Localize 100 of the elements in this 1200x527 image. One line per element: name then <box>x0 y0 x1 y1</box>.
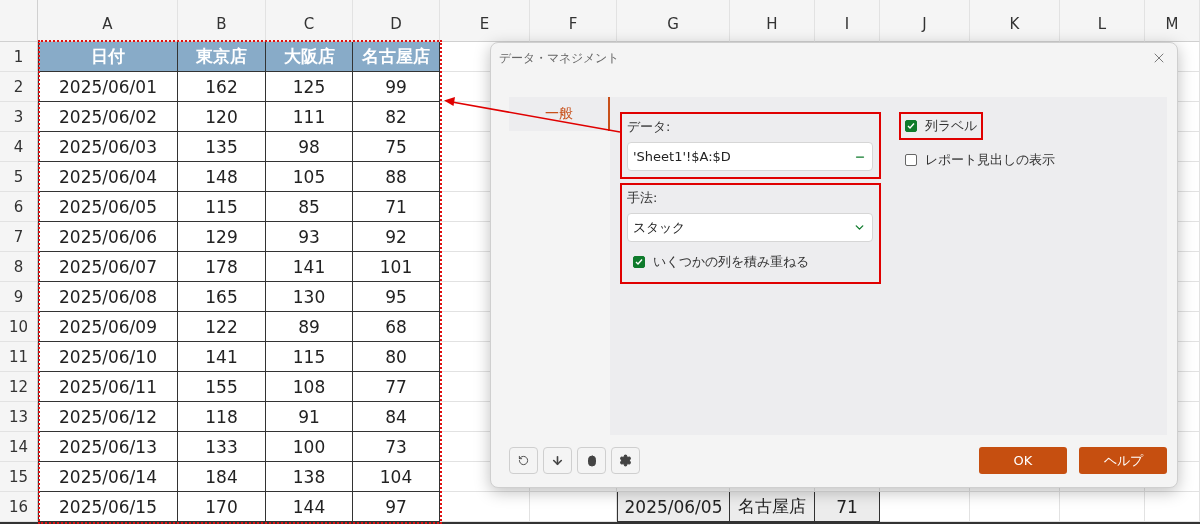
tab[interactable]: 一般 <box>509 97 610 131</box>
table-cell: 98 <box>266 132 353 162</box>
table-cell: 108 <box>266 372 353 402</box>
table-cell: 2025/06/04 <box>38 162 178 192</box>
download-button[interactable] <box>543 447 572 474</box>
table-cell: 99 <box>353 72 440 102</box>
table-cell: 111 <box>266 102 353 132</box>
dialog-button[interactable]: ヘルプ <box>1079 447 1167 474</box>
table-cell: 85 <box>266 192 353 222</box>
checkbox[interactable] <box>633 256 645 268</box>
table-cell: 71 <box>353 192 440 222</box>
column-header: K <box>970 0 1060 42</box>
table-cell: 115 <box>266 342 353 372</box>
row-header: 14 <box>0 432 38 462</box>
mouse-button[interactable] <box>577 447 606 474</box>
checkbox-label: 列ラベル <box>925 117 977 135</box>
table-cell: 2025/06/15 <box>38 492 178 522</box>
row-header: 1 <box>0 42 38 72</box>
checkbox[interactable] <box>905 120 917 132</box>
range-field[interactable]: 'Sheet1'!$A:$D <box>627 142 873 171</box>
table-cell: 2025/06/05 <box>38 192 178 222</box>
table-cell: 2025/06/11 <box>38 372 178 402</box>
table-cell: 95 <box>353 282 440 312</box>
settings-button[interactable] <box>611 447 640 474</box>
checkbox-label: いくつかの列を積み重ねる <box>653 253 809 271</box>
table-cell: 2025/06/01 <box>38 72 178 102</box>
column-header: B <box>178 0 266 42</box>
checkbox-label: レポート見出しの表示 <box>925 151 1055 169</box>
table-cell: 115 <box>178 192 266 222</box>
table-cell: 名古屋店 <box>730 492 815 522</box>
row-header: 5 <box>0 162 38 192</box>
table-cell: 141 <box>178 342 266 372</box>
table-cell: 2025/06/06 <box>38 222 178 252</box>
table-cell: 93 <box>266 222 353 252</box>
field-label: データ: <box>627 118 672 136</box>
row-header: 16 <box>0 492 38 522</box>
table-header-cell: 日付 <box>38 42 178 72</box>
table-cell: 97 <box>353 492 440 522</box>
table-cell: 77 <box>353 372 440 402</box>
reset-button[interactable] <box>509 447 538 474</box>
table-cell: 118 <box>178 402 266 432</box>
table-cell: 162 <box>178 72 266 102</box>
settings-icon <box>619 454 632 467</box>
table-cell: 2025/06/12 <box>38 402 178 432</box>
dialog-title: データ・マネジメント <box>499 49 619 67</box>
table-header-cell: 東京店 <box>178 42 266 72</box>
table-cell: 89 <box>266 312 353 342</box>
row-header: 15 <box>0 462 38 492</box>
table-cell: 184 <box>178 462 266 492</box>
column-header: G <box>617 0 730 42</box>
row-header: 8 <box>0 252 38 282</box>
table-cell: 80 <box>353 342 440 372</box>
table-cell: 144 <box>266 492 353 522</box>
column-header: H <box>730 0 815 42</box>
mouse-icon <box>585 454 598 467</box>
table-cell: 135 <box>178 132 266 162</box>
column-header: M <box>1145 0 1200 42</box>
table-cell: 71 <box>815 492 880 522</box>
table-cell: 73 <box>353 432 440 462</box>
table-cell: 133 <box>178 432 266 462</box>
table-cell: 104 <box>353 462 440 492</box>
table-cell: 101 <box>353 252 440 282</box>
table-cell: 2025/06/13 <box>38 432 178 462</box>
table-cell: 138 <box>266 462 353 492</box>
row-header: 6 <box>0 192 38 222</box>
table-cell: 155 <box>178 372 266 402</box>
checkbox[interactable] <box>905 154 917 166</box>
table-cell: 88 <box>353 162 440 192</box>
row-header: 13 <box>0 402 38 432</box>
table-cell: 68 <box>353 312 440 342</box>
table-cell: 2025/06/10 <box>38 342 178 372</box>
row-header: 10 <box>0 312 38 342</box>
table-cell: 2025/06/07 <box>38 252 178 282</box>
column-header: F <box>530 0 617 42</box>
dialog-button[interactable]: OK <box>979 447 1067 474</box>
table-header-cell: 大阪店 <box>266 42 353 72</box>
table-cell: 2025/06/03 <box>38 132 178 162</box>
table-cell: 125 <box>266 72 353 102</box>
table-cell: 100 <box>266 432 353 462</box>
table-cell: 165 <box>178 282 266 312</box>
table-cell: 129 <box>178 222 266 252</box>
method-dropdown[interactable]: スタック <box>627 213 873 242</box>
row-header: 4 <box>0 132 38 162</box>
column-header: C <box>266 0 353 42</box>
table-cell: 2025/06/05 <box>617 492 730 522</box>
table-cell: 2025/06/14 <box>38 462 178 492</box>
arrow-down-icon <box>551 454 564 467</box>
row-header: 3 <box>0 102 38 132</box>
column-header: I <box>815 0 880 42</box>
table-cell: 105 <box>266 162 353 192</box>
row-header: 11 <box>0 342 38 372</box>
table-cell: 91 <box>266 402 353 432</box>
table-cell: 2025/06/02 <box>38 102 178 132</box>
row-header: 2 <box>0 72 38 102</box>
table-cell: 120 <box>178 102 266 132</box>
table-cell: 148 <box>178 162 266 192</box>
table-cell: 82 <box>353 102 440 132</box>
table-cell: 130 <box>266 282 353 312</box>
column-header: D <box>353 0 440 42</box>
table-cell: 178 <box>178 252 266 282</box>
